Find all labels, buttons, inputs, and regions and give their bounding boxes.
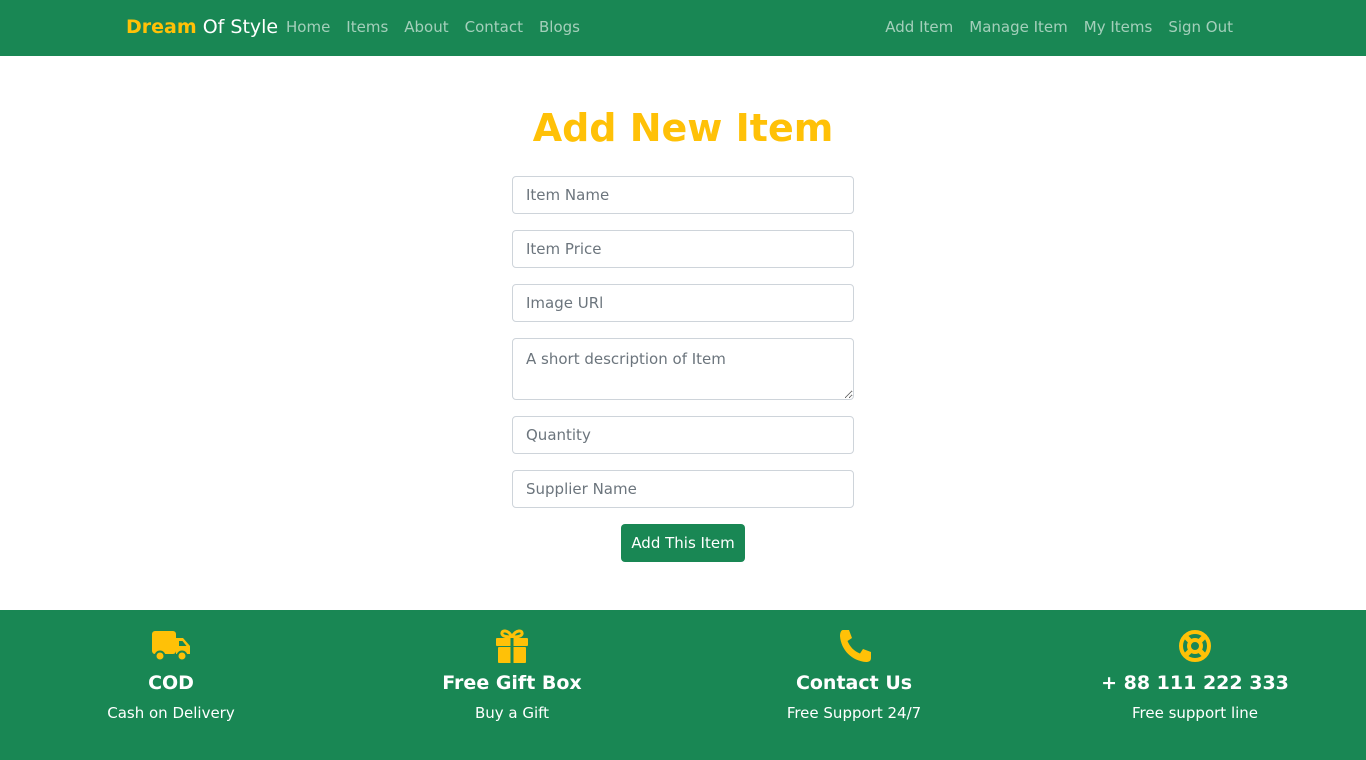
nav-about-link[interactable]: About [404,18,448,36]
brand-first-word: Dream [126,16,197,38]
nav-sign-out-link[interactable]: Sign Out [1168,18,1233,36]
quantity-input[interactable] [512,416,854,454]
feature-support-line: + 88 111 222 333 Free support line [1045,628,1345,722]
feature-subtitle: Cash on Delivery [107,704,235,722]
supplier-name-input[interactable] [512,470,854,508]
feature-gift: Free Gift Box Buy a Gift [362,628,662,722]
nav-my-items-link[interactable]: My Items [1084,18,1153,36]
phone-icon [704,628,1004,664]
nav-home-link[interactable]: Home [286,18,330,36]
feature-title: Free Gift Box [442,672,582,694]
feature-title: COD [148,672,194,694]
item-name-input[interactable] [512,176,854,214]
feature-cod: COD Cash on Delivery [21,628,321,722]
life-ring-icon [1045,628,1345,664]
nav-left-links: Home Items About Contact Blogs [286,18,580,36]
nav-contact-link[interactable]: Contact [465,18,523,36]
brand-logo[interactable]: Dream Of Style [126,16,278,38]
feature-title: + 88 111 222 333 [1101,672,1289,694]
nav-right-links: Add Item Manage Item My Items Sign Out [885,18,1233,36]
add-this-item-button[interactable]: Add This Item [621,524,745,562]
feature-subtitle: Free Support 24/7 [786,704,922,722]
brand-rest: Of Style [202,16,279,38]
gift-icon [362,628,662,664]
feature-subtitle: Free support line [1131,704,1259,722]
nav-items-link[interactable]: Items [346,18,388,36]
footer-features: COD Cash on Delivery Free Gift Box Buy a… [0,610,1366,760]
feature-contact: Contact Us Free Support 24/7 [704,628,1004,722]
description-textarea[interactable] [512,338,854,400]
image-url-input[interactable] [512,284,854,322]
navbar: Dream Of Style Home Items About Contact … [0,0,1366,56]
item-price-input[interactable] [512,230,854,268]
truck-icon [21,628,321,664]
feature-title: Contact Us [795,672,913,694]
page-title: Add New Item [532,106,834,150]
nav-manage-item-link[interactable]: Manage Item [969,18,1068,36]
nav-add-item-link[interactable]: Add Item [885,18,953,36]
nav-blogs-link[interactable]: Blogs [539,18,580,36]
feature-subtitle: Buy a Gift [474,704,550,722]
